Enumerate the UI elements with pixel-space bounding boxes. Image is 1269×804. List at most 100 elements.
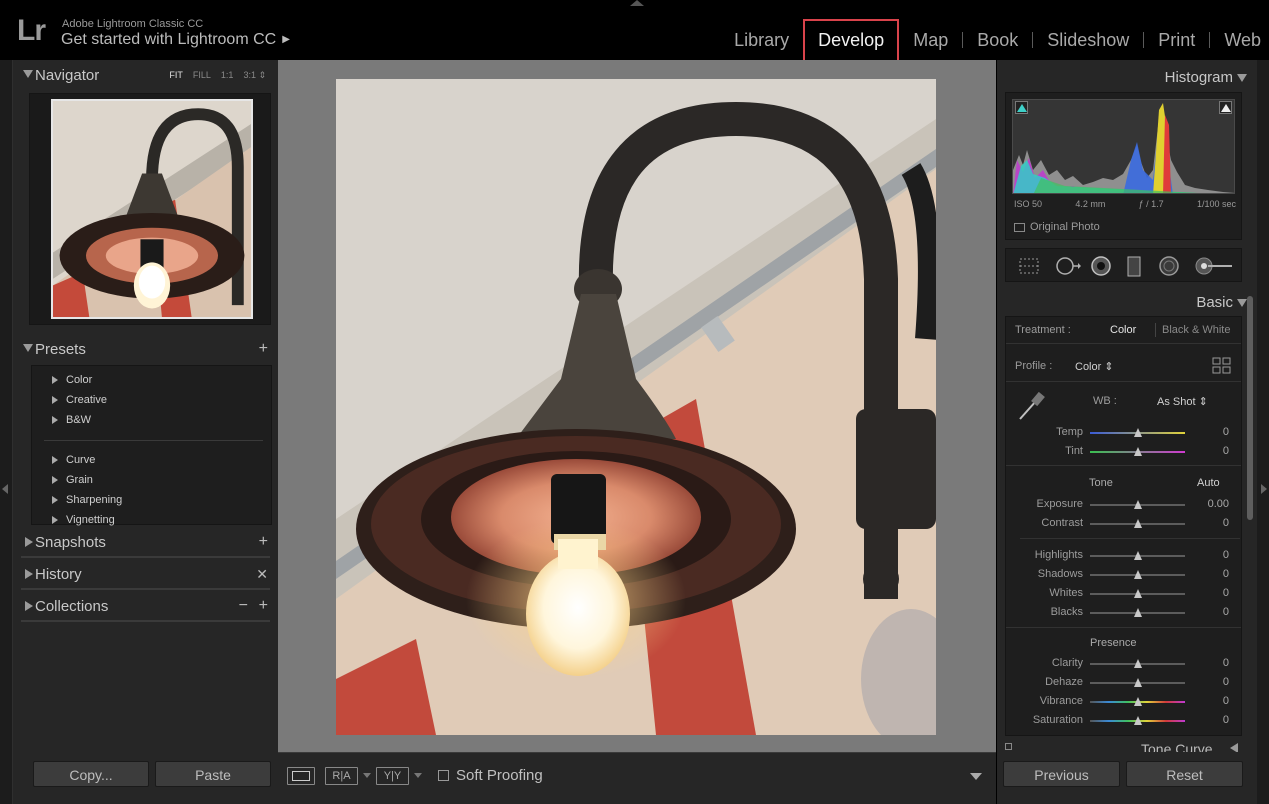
expand-triangle-icon[interactable] — [25, 569, 33, 579]
slider-thumb[interactable] — [1133, 659, 1142, 668]
slider-whites[interactable]: Whites 0 — [1006, 585, 1241, 604]
preset-folder-vignetting[interactable]: Vignetting — [32, 510, 271, 530]
snapshots-header[interactable]: Snapshots + — [13, 528, 278, 556]
paste-button[interactable]: Paste — [155, 761, 271, 787]
preset-folder-curve[interactable]: Curve — [32, 450, 271, 470]
slider-thumb[interactable] — [1133, 447, 1142, 456]
expand-triangle-icon[interactable] — [25, 537, 33, 547]
spot-removal-icon[interactable] — [1054, 256, 1082, 276]
treatment-bw-option[interactable]: Black & White — [1162, 324, 1230, 336]
radial-filter-icon[interactable] — [1158, 256, 1180, 276]
adjustment-brush-icon[interactable] — [1194, 256, 1234, 276]
slider-thumb[interactable] — [1133, 519, 1142, 528]
slider-exposure[interactable]: Exposure 0.00 — [1006, 496, 1241, 515]
slider-value[interactable]: 0 — [1189, 517, 1229, 529]
slider-value[interactable]: 0 — [1189, 606, 1229, 618]
slider-tint[interactable]: Tint 0 — [1006, 443, 1241, 462]
left-panel-toggle-icon[interactable] — [2, 484, 8, 494]
add-collection-icon[interactable]: + — [259, 597, 268, 615]
module-library[interactable]: Library — [720, 30, 803, 51]
treatment-color-option[interactable]: Color — [1110, 324, 1136, 336]
slider-thumb[interactable] — [1133, 678, 1142, 687]
expand-triangle-icon[interactable] — [52, 416, 58, 424]
expand-triangle-icon[interactable] — [52, 376, 58, 384]
clear-history-icon[interactable]: ✕ — [256, 566, 268, 583]
module-slideshow[interactable]: Slideshow — [1033, 30, 1143, 51]
expand-triangle-icon[interactable] — [52, 496, 58, 504]
navigator-header[interactable]: Navigator FIT FILL 1:1 3:1 ⇕ — [13, 61, 278, 89]
expand-triangle-icon[interactable] — [52, 516, 58, 524]
zoom-fill[interactable]: FILL — [193, 70, 211, 81]
main-photo[interactable] — [336, 79, 936, 735]
slider-thumb[interactable] — [1133, 428, 1142, 437]
slider-value[interactable]: 0 — [1189, 426, 1229, 438]
profile-dropdown[interactable]: Color ⇕ — [1075, 360, 1114, 373]
preset-folder-color[interactable]: Color — [32, 370, 271, 390]
zoom-1-1[interactable]: 1:1 — [221, 70, 234, 81]
collapse-triangle-icon[interactable] — [23, 70, 33, 78]
slider-shadows[interactable]: Shadows 0 — [1006, 566, 1241, 585]
preset-folder-creative[interactable]: Creative — [32, 390, 271, 410]
slider-temp[interactable]: Temp 0 — [1006, 424, 1241, 443]
slider-track[interactable] — [1090, 659, 1185, 668]
slider-value[interactable]: 0 — [1189, 657, 1229, 669]
preset-folder-grain[interactable]: Grain — [32, 470, 271, 490]
slider-blacks[interactable]: Blacks 0 — [1006, 604, 1241, 623]
zoom-3-1[interactable]: 3:1 ⇕ — [243, 70, 266, 81]
slider-value[interactable]: 0 — [1189, 445, 1229, 457]
profile-browser-icon[interactable] — [1212, 357, 1232, 375]
slider-track[interactable] — [1090, 570, 1185, 579]
loupe-view-icon[interactable] — [287, 767, 315, 785]
slider-value[interactable]: 0 — [1189, 676, 1229, 688]
histogram-graph[interactable] — [1012, 99, 1235, 194]
slider-clarity[interactable]: Clarity 0 — [1006, 655, 1241, 674]
split-dropdown-icon[interactable] — [414, 773, 422, 778]
slider-thumb[interactable] — [1133, 551, 1142, 560]
expand-triangle-icon[interactable] — [1230, 743, 1238, 752]
right-panel-edge[interactable] — [1257, 60, 1269, 804]
slider-track[interactable] — [1090, 519, 1185, 528]
navigator-thumbnail[interactable] — [51, 99, 253, 319]
basic-header[interactable]: Basic — [1196, 294, 1247, 311]
slider-highlights[interactable]: Highlights 0 — [1006, 547, 1241, 566]
white-balance-picker-icon[interactable] — [1016, 391, 1046, 423]
module-book[interactable]: Book — [963, 30, 1032, 51]
slider-saturation[interactable]: Saturation 0 — [1006, 712, 1241, 731]
slider-thumb[interactable] — [1133, 589, 1142, 598]
previous-button[interactable]: Previous — [1003, 761, 1120, 787]
graduated-filter-icon[interactable] — [1126, 256, 1142, 278]
identity-plate[interactable]: Get started with Lightroom CC ▶ — [61, 31, 290, 49]
expand-triangle-icon[interactable] — [52, 396, 58, 404]
navigator-preview[interactable] — [29, 93, 271, 325]
slider-vibrance[interactable]: Vibrance 0 — [1006, 693, 1241, 712]
collections-header[interactable]: Collections − + — [13, 592, 278, 620]
slider-track[interactable] — [1090, 697, 1185, 706]
preset-folder-sharpening[interactable]: Sharpening — [32, 490, 271, 510]
history-header[interactable]: History ✕ — [13, 560, 278, 588]
shadow-clipping-icon[interactable] — [1015, 101, 1028, 114]
histogram-header[interactable]: Histogram — [1165, 69, 1247, 86]
collapse-triangle-icon[interactable] — [1237, 74, 1247, 82]
wb-dropdown[interactable]: As Shot ⇕ — [1157, 395, 1208, 408]
slider-value[interactable]: 0 — [1189, 568, 1229, 580]
slider-contrast[interactable]: Contrast 0 — [1006, 515, 1241, 534]
slider-track[interactable] — [1090, 608, 1185, 617]
add-preset-icon[interactable]: + — [259, 340, 268, 358]
left-panel-edge[interactable] — [0, 60, 12, 804]
slider-track[interactable] — [1090, 589, 1185, 598]
right-panel-scrollbar[interactable] — [1247, 296, 1253, 520]
slider-value[interactable]: 0 — [1189, 714, 1229, 726]
soft-proofing-checkbox[interactable] — [438, 770, 449, 781]
expand-triangle-icon[interactable] — [52, 456, 58, 464]
crop-overlay-icon[interactable] — [1018, 256, 1040, 276]
zoom-fit[interactable]: FIT — [169, 70, 183, 81]
module-develop[interactable]: Develop — [803, 18, 900, 62]
auto-tone-button[interactable]: Auto — [1197, 477, 1220, 489]
toolbar-menu-icon[interactable] — [970, 773, 982, 780]
red-eye-icon[interactable] — [1090, 256, 1112, 276]
module-map[interactable]: Map — [899, 30, 962, 51]
slider-track[interactable] — [1090, 447, 1185, 456]
highlight-clipping-icon[interactable] — [1219, 101, 1232, 114]
tone-curve-header[interactable]: Tone Curve — [1005, 742, 1242, 752]
top-panel-collapse-icon[interactable] — [630, 0, 644, 6]
